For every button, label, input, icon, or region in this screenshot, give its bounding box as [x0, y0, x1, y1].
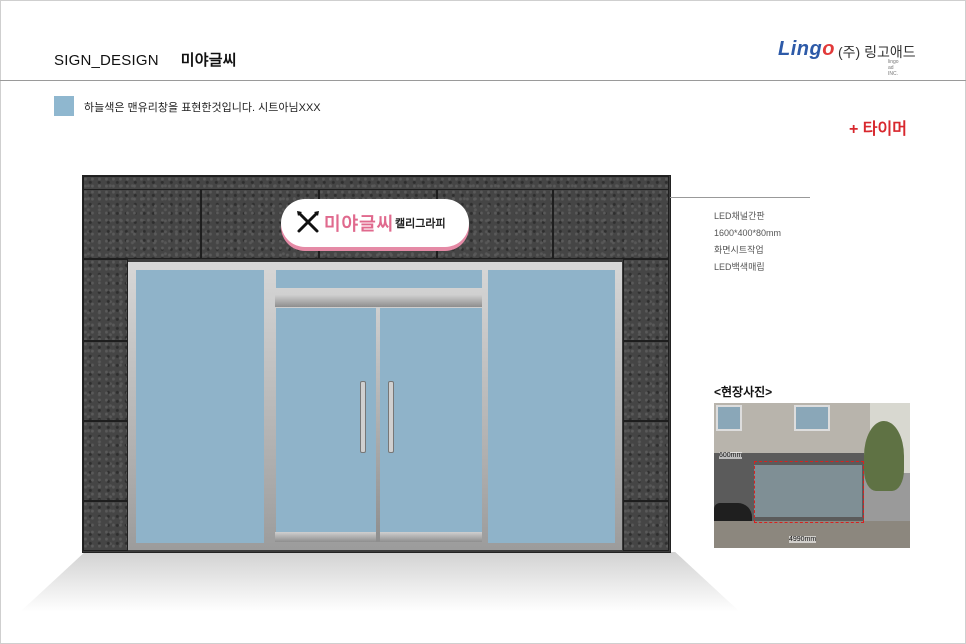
door-header-rail	[275, 295, 482, 307]
spec-line: LED채널간판	[714, 211, 765, 221]
left-window-pane	[136, 270, 264, 543]
spec-line: 1600*400*80mm	[714, 228, 782, 238]
doc-type-label: SIGN_DESIGN	[54, 52, 159, 69]
pen-brush-cross-icon	[297, 211, 319, 233]
left-pillar-stone	[83, 421, 128, 501]
right-pillar-stone	[623, 259, 669, 341]
photo-window	[794, 405, 830, 431]
transom-pane	[276, 270, 482, 288]
stone-panel	[553, 189, 669, 259]
left-door-handle	[360, 381, 366, 453]
spec-line: 화면시트작업	[714, 245, 764, 255]
door-center-stile	[376, 307, 380, 542]
header: SIGN_DESIGN 미야글씨 Lingo (주) 링고애드 lingo ad …	[0, 0, 966, 81]
left-pillar-stone	[83, 341, 128, 421]
stone-panel	[83, 189, 201, 259]
left-pillar-stone	[83, 259, 128, 341]
legend-text: 하늘색은 맨유리창을 표현한것입니다. 시트아님XXX	[84, 102, 321, 114]
spec-leader-line	[670, 197, 810, 198]
right-pillar-stone	[623, 501, 669, 551]
right-door-handle	[388, 381, 394, 453]
addon-label: + 타이머	[849, 121, 907, 138]
site-photo: 600mm 4990mm	[714, 403, 910, 548]
sign-tagline: 캘리그라피	[395, 218, 446, 230]
brand-logo: Lingo (주) 링고애드 lingo ad INC.	[778, 38, 916, 77]
right-pillar-stone	[623, 341, 669, 421]
left-pillar-stone	[83, 501, 128, 551]
legend-swatch	[54, 96, 74, 116]
document-title: SIGN_DESIGN 미야글씨	[54, 49, 237, 70]
photo-window	[716, 405, 742, 431]
height-dimension: 600mm	[719, 452, 743, 459]
right-door-pane	[380, 308, 482, 532]
sign-specs: LED채널간판 1600*400*80mm 화면시트작업 LED백색매립	[714, 208, 781, 276]
right-pillar-stone	[623, 421, 669, 501]
sign-store-name: 미야글씨	[324, 214, 395, 234]
photo-pavement	[714, 521, 910, 548]
width-dimension: 4990mm	[789, 536, 817, 543]
company-subtitle: lingo ad INC.	[888, 59, 899, 77]
spec-line: LED백색매립	[714, 262, 765, 272]
photo-tree	[864, 421, 904, 491]
company-name: (주) 링고애드	[838, 44, 916, 60]
floor-shadow	[20, 552, 740, 612]
photo-dim-frame	[754, 461, 864, 523]
right-window-pane	[488, 270, 615, 543]
lingo-logo: Lingo	[778, 38, 835, 60]
site-photo-label: <현장사진>	[714, 385, 773, 399]
stone-band	[83, 176, 669, 190]
led-channel-sign: 미야글씨 캘리그라피	[281, 199, 469, 247]
store-name: 미야글씨	[180, 52, 237, 69]
